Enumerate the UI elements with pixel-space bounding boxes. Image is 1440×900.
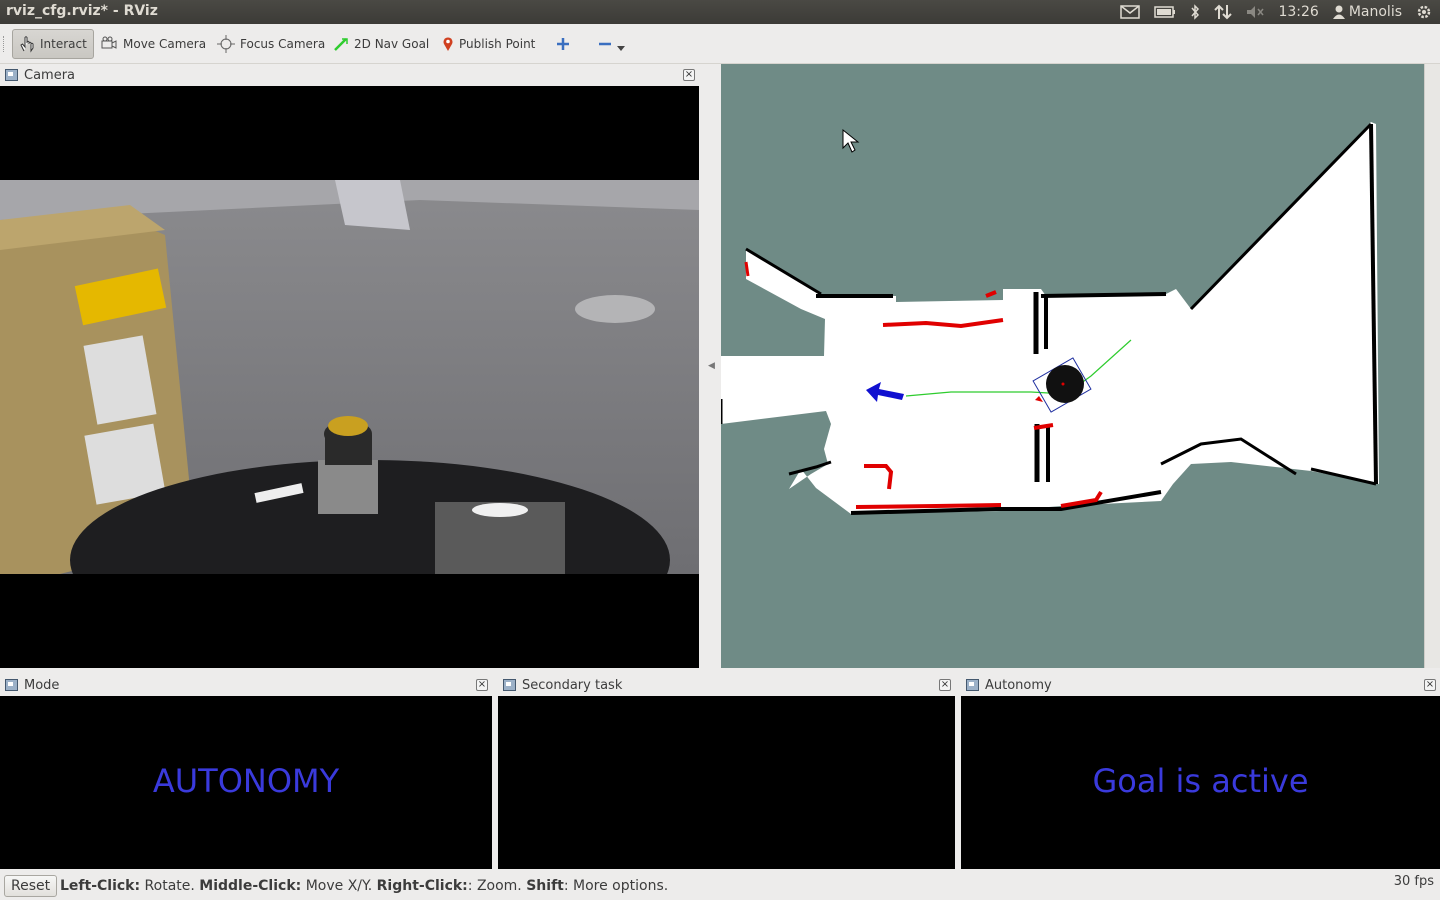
interact-tool-button[interactable]: Interact xyxy=(12,29,94,59)
hint-right-action: : Zoom. xyxy=(467,878,527,894)
focus-camera-tool-button[interactable]: Focus Camera xyxy=(211,29,331,59)
secondary-task-panel-title: Secondary task xyxy=(522,677,623,693)
minus-icon xyxy=(599,42,611,46)
plus-icon xyxy=(557,38,569,50)
panel-icon xyxy=(5,679,18,691)
map-pin-icon xyxy=(443,37,453,51)
nav-goal-tool-button[interactable]: 2D Nav Goal xyxy=(327,29,435,59)
move-camera-tool-button[interactable]: Move Camera xyxy=(94,29,212,59)
battery-icon[interactable] xyxy=(1154,6,1176,18)
volume-muted-icon[interactable] xyxy=(1246,5,1265,19)
publish-point-tool-label: Publish Point xyxy=(459,37,536,51)
hint-right-click: Right-Click: xyxy=(376,878,468,894)
mode-panel-view: AUTONOMY xyxy=(0,696,492,869)
title-bar: rviz_cfg.rviz* - RViz 13:26 Manolis xyxy=(0,0,1440,24)
right-dock-splitter[interactable] xyxy=(1424,64,1440,668)
remove-tool-button[interactable] xyxy=(592,29,631,59)
toolbar-grip[interactable] xyxy=(3,36,6,52)
camera-panel-title: Camera xyxy=(24,67,76,83)
fps-counter: 30 fps xyxy=(1393,874,1434,889)
hand-icon xyxy=(20,36,34,53)
camera-image xyxy=(0,180,699,574)
occupancy-map xyxy=(719,122,1379,515)
autonomy-panel-view: Goal is active xyxy=(961,696,1440,869)
focus-camera-tool-label: Focus Camera xyxy=(240,37,326,51)
hint-shift-action: : More options. xyxy=(563,878,669,894)
mode-panel-close-icon[interactable]: × xyxy=(476,679,488,691)
network-icon[interactable] xyxy=(1214,4,1233,20)
mouse-hint-text: Left-Click: Rotate. Middle-Click: Move X… xyxy=(60,878,668,894)
bluetooth-icon[interactable] xyxy=(1190,4,1200,20)
add-tool-button[interactable] xyxy=(550,29,576,59)
panel-icon xyxy=(5,69,18,81)
reset-button[interactable]: Reset xyxy=(4,875,58,897)
hint-left-action: Rotate. xyxy=(140,878,200,894)
panel-icon xyxy=(966,679,979,691)
autonomy-panel-title: Autonomy xyxy=(985,677,1052,693)
secondary-task-panel-view xyxy=(498,696,955,869)
camera-panel-close-icon[interactable]: × xyxy=(683,69,695,81)
tool-toolbar: Interact Move Camera Focus Camera 2D Nav… xyxy=(0,24,1440,64)
hint-left-click: Left-Click: xyxy=(60,878,141,894)
nav-goal-arrow-icon xyxy=(334,38,348,51)
system-tray: 13:26 Manolis xyxy=(1120,0,1432,24)
collapse-left-icon[interactable]: ◀ xyxy=(708,361,715,371)
focus-camera-icon xyxy=(217,35,235,53)
move-camera-tool-label: Move Camera xyxy=(123,37,207,51)
hint-shift: Shift xyxy=(526,878,564,894)
autonomy-panel-close-icon[interactable]: × xyxy=(1424,679,1436,691)
nav-goal-tool-label: 2D Nav Goal xyxy=(354,37,430,51)
mode-status-text: AUTONOMY xyxy=(152,762,340,800)
hint-middle-action: Move X/Y. xyxy=(301,878,377,894)
camera-panel-header: Camera × xyxy=(0,64,699,86)
interact-tool-label: Interact xyxy=(40,37,87,51)
map-3d-view[interactable] xyxy=(719,64,1424,668)
power-gear-icon[interactable] xyxy=(1416,4,1432,20)
window-title: rviz_cfg.rviz* - RViz xyxy=(6,3,158,19)
autonomy-panel-header: Autonomy × xyxy=(961,674,1440,696)
camera-view[interactable] xyxy=(0,86,699,668)
publish-point-tool-button[interactable]: Publish Point xyxy=(436,29,541,59)
mode-panel-header: Mode × xyxy=(0,674,492,696)
move-camera-icon xyxy=(101,36,117,49)
mode-panel-title: Mode xyxy=(24,677,60,693)
mail-icon[interactable] xyxy=(1120,5,1141,19)
status-bar: Reset Left-Click: Rotate. Middle-Click: … xyxy=(0,870,1440,900)
chevron-down-icon[interactable] xyxy=(617,43,625,53)
hint-middle-click: Middle-Click: xyxy=(199,878,302,894)
user-menu[interactable]: Manolis xyxy=(1332,4,1402,20)
panel-icon xyxy=(503,679,516,691)
secondary-task-panel-header: Secondary task × xyxy=(498,674,955,696)
user-name: Manolis xyxy=(1348,4,1402,20)
clock[interactable]: 13:26 xyxy=(1278,4,1318,20)
user-icon xyxy=(1332,5,1345,19)
autonomy-status-text: Goal is active xyxy=(1092,762,1309,800)
secondary-task-panel-close-icon[interactable]: × xyxy=(939,679,951,691)
